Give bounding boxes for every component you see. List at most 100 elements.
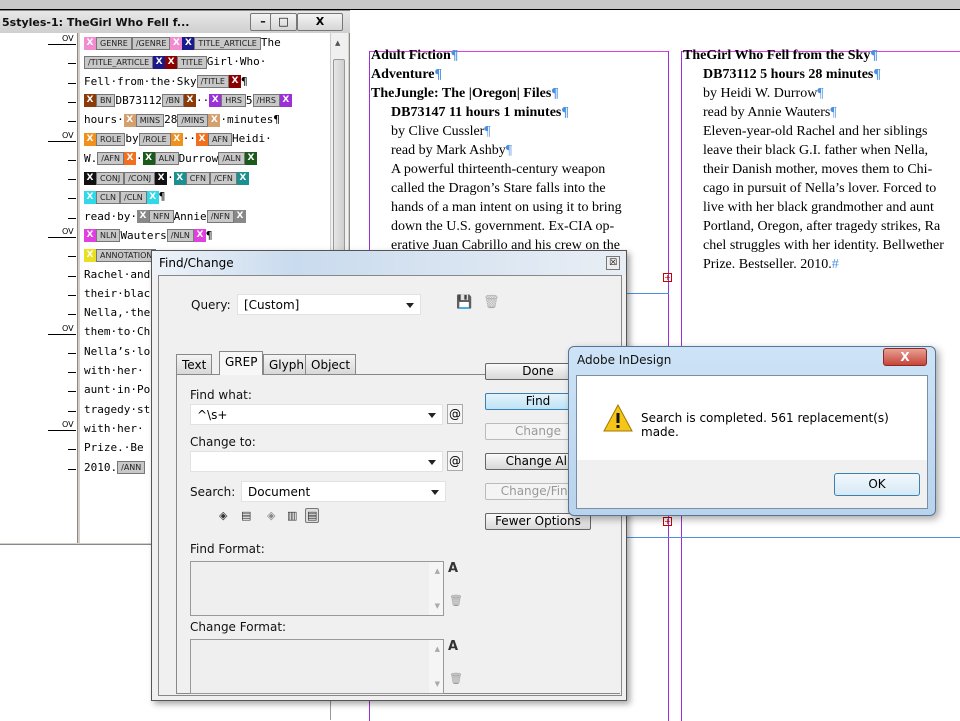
story-line[interactable]: X BN DB73112/BN X ·· X HRS 5/HRS X xyxy=(80,91,330,110)
tag-close[interactable]: /GENRE xyxy=(131,36,171,50)
specify-change-format-icon[interactable]: A xyxy=(448,639,458,654)
tag-marker[interactable]: X xyxy=(84,248,96,262)
tag-close[interactable]: /TITLE xyxy=(196,75,229,89)
tag-open[interactable]: MINS xyxy=(135,113,165,127)
tag-marker[interactable]: X xyxy=(279,94,292,108)
tag-close[interactable]: /MINS xyxy=(177,113,209,127)
story-line[interactable]: read·by· X NFN Annie/NFN X xyxy=(80,207,330,226)
tag-marker[interactable]: X xyxy=(136,210,149,224)
tag-close[interactable]: /ANN xyxy=(117,461,146,475)
tag-marker[interactable]: X xyxy=(84,171,96,185)
tag-marker[interactable]: X xyxy=(124,152,137,166)
tag-marker[interactable]: X xyxy=(182,36,195,50)
story-line[interactable]: X NLN Wauters/NLN X ¶ xyxy=(80,226,330,245)
tag-marker[interactable]: X xyxy=(236,171,249,185)
tag-marker[interactable]: X xyxy=(195,132,208,146)
tag-open[interactable]: NLN xyxy=(96,229,121,243)
special-characters-change-button[interactable]: @ xyxy=(447,451,463,471)
tag-marker[interactable]: X xyxy=(173,171,186,185)
tag-open[interactable]: BN xyxy=(96,94,116,108)
tag-close[interactable]: /BN xyxy=(161,94,185,108)
tag-open[interactable]: ALN xyxy=(154,152,179,166)
close-button[interactable]: X xyxy=(883,348,927,366)
tag-marker[interactable]: X xyxy=(170,36,183,50)
include-locked-stories-icon[interactable]: ▤ xyxy=(241,509,251,522)
close-icon[interactable]: ☒ xyxy=(606,256,620,270)
tag-marker[interactable]: X xyxy=(84,190,96,204)
scroll-up-icon[interactable]: ▲ xyxy=(435,645,440,653)
tag-marker[interactable]: X xyxy=(165,55,178,69)
story-line[interactable]: Fell·from·the·Sky/TITLE X ¶ xyxy=(80,72,330,91)
story-line[interactable]: W./AFN X · X ALN Durrow/ALN X xyxy=(80,149,330,168)
tag-open[interactable]: GENRE xyxy=(96,36,132,50)
tag-close[interactable]: /CLN xyxy=(120,190,147,204)
tag-marker[interactable]: X xyxy=(84,94,96,108)
tag-open[interactable]: NFN xyxy=(148,210,174,224)
tag-marker[interactable]: X xyxy=(153,55,166,69)
find-change-dialog[interactable]: Find/Change ☒ Query: [Custom] 💾 🗑 Text G… xyxy=(151,250,627,701)
scroll-down-icon[interactable]: ▼ xyxy=(435,680,440,688)
tag-marker[interactable]: X xyxy=(84,36,96,50)
save-query-icon[interactable]: 💾 xyxy=(456,295,472,310)
tag-marker[interactable]: X xyxy=(193,229,206,243)
include-footnotes-icon[interactable]: ▤ xyxy=(305,508,320,523)
include-master-pages-icon[interactable]: ▥ xyxy=(287,509,297,522)
change-format-box[interactable]: ▲ ▼ xyxy=(190,639,444,694)
tag-close[interactable]: /ALN xyxy=(218,152,245,166)
maximize-button[interactable]: □ xyxy=(270,13,297,31)
tag-open[interactable]: TITLE_ARTICLE xyxy=(194,36,261,50)
tag-marker[interactable]: X xyxy=(123,113,136,127)
clear-find-format-icon[interactable]: 🗑 xyxy=(449,594,463,607)
tag-open[interactable]: ANNOTATION xyxy=(96,248,157,262)
tag-marker[interactable]: X xyxy=(244,152,257,166)
change-to-input[interactable] xyxy=(190,451,443,472)
tab-object[interactable]: Object xyxy=(305,354,357,374)
tag-marker[interactable]: X xyxy=(170,132,183,146)
tag-open[interactable]: AFN xyxy=(207,132,232,146)
delete-query-icon[interactable]: 🗑 xyxy=(483,295,500,310)
tab-glyph[interactable]: Glyph xyxy=(263,354,310,374)
tag-marker[interactable]: X xyxy=(228,75,241,89)
tag-marker[interactable]: X xyxy=(233,210,246,224)
search-scope-dropdown[interactable]: Document xyxy=(241,481,446,502)
story-line[interactable]: X GENRE/GENRE X X TITLE_ARTICLE The xyxy=(80,33,330,52)
tag-open[interactable]: ROLE xyxy=(96,132,126,146)
close-button[interactable]: X xyxy=(297,13,343,31)
tag-close[interactable]: /CFN xyxy=(209,171,237,185)
find-what-input[interactable]: ^\s+ xyxy=(190,404,443,425)
scroll-down-icon[interactable]: ▼ xyxy=(435,602,440,610)
scroll-up-icon[interactable]: ▲ xyxy=(435,567,440,575)
tag-marker[interactable]: X xyxy=(208,113,221,127)
tag-close[interactable]: /NFN xyxy=(206,210,234,224)
overset-text-icon[interactable]: + xyxy=(663,517,672,526)
tag-close[interactable]: /TITLE_ARTICLE xyxy=(84,55,154,69)
scroll-up-icon[interactable]: ▲ xyxy=(335,39,340,47)
clear-change-format-icon[interactable]: 🗑 xyxy=(449,672,463,685)
special-characters-find-button[interactable]: @ xyxy=(447,404,463,424)
tag-marker[interactable]: X xyxy=(146,190,159,204)
story-line[interactable]: X CLN/CLN X ¶ xyxy=(80,187,330,206)
alert-dialog[interactable]: Adobe InDesign X Search is completed. 56… xyxy=(568,346,936,516)
tag-marker[interactable]: X xyxy=(142,152,155,166)
ok-button[interactable]: OK xyxy=(834,473,920,496)
find-format-box[interactable]: ▲ ▼ xyxy=(190,561,444,616)
text-frame-girl[interactable]: TheGirl Who Fell from the Sky¶ DB73112 5 … xyxy=(683,46,960,274)
tag-open[interactable]: TITLE xyxy=(177,55,207,69)
tag-close[interactable]: /CONJ xyxy=(124,171,156,185)
tag-close[interactable]: /AFN xyxy=(97,152,125,166)
story-line[interactable]: hours· X MINS 28/MINS X ·minutes¶ xyxy=(80,110,330,129)
tag-close[interactable]: /NLN xyxy=(166,229,194,243)
tag-open[interactable]: CONJ xyxy=(96,171,125,185)
tab-text[interactable]: Text xyxy=(176,354,213,374)
story-line[interactable]: X ROLE by/ROLE X ·· X AFN Heidi· xyxy=(80,129,330,148)
tag-close[interactable]: /HRS xyxy=(252,94,280,108)
tag-marker[interactable]: X xyxy=(84,229,96,243)
tag-open[interactable]: CLN xyxy=(96,190,121,204)
include-locked-layers-icon[interactable]: ◈ xyxy=(219,509,227,522)
story-line[interactable]: /TITLE_ARTICLE X X TITLE Girl·Who· xyxy=(80,52,330,71)
query-dropdown[interactable]: [Custom] xyxy=(237,294,421,315)
tab-grep[interactable]: GREP xyxy=(219,351,264,375)
tag-marker[interactable]: X xyxy=(209,94,222,108)
specify-find-format-icon[interactable]: A xyxy=(448,561,458,576)
tag-marker[interactable]: X xyxy=(184,94,197,108)
